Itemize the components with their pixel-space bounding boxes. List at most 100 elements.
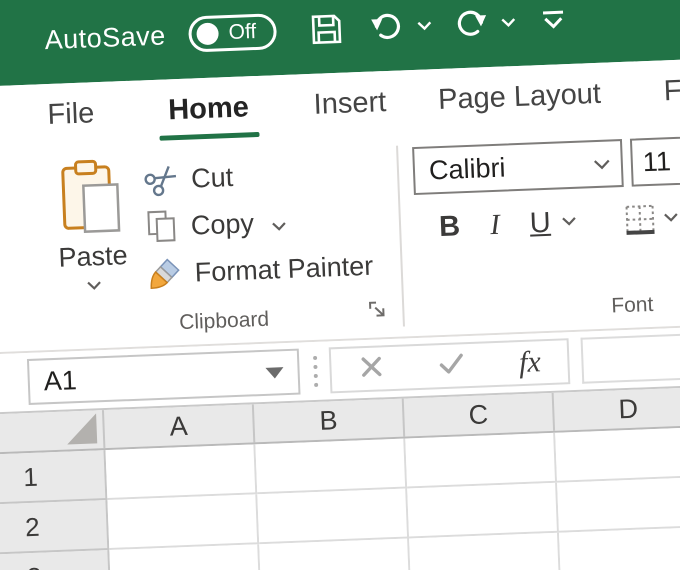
quick-access-toolbar-chevron-icon — [543, 10, 564, 29]
font-name-combobox[interactable]: Calibri — [412, 139, 624, 196]
select-all-triangle-icon — [66, 413, 98, 445]
underline-dropdown-button[interactable] — [560, 213, 577, 232]
name-box-dropdown-icon[interactable] — [265, 366, 284, 379]
cut-label: Cut — [190, 161, 234, 194]
chevron-down-icon — [593, 159, 610, 169]
save-button[interactable] — [308, 11, 345, 48]
handle-dot — [314, 382, 319, 387]
chevron-down-icon — [417, 21, 432, 31]
undo-dropdown-button[interactable] — [416, 20, 432, 31]
clipboard-group: Paste Cut Copy Format Painter Clipboard — [39, 134, 404, 351]
autosave-toggle[interactable]: Off — [188, 13, 278, 53]
grid-cell[interactable] — [407, 482, 559, 539]
column-header-d[interactable]: D — [553, 387, 680, 431]
borders-icon — [625, 204, 655, 235]
borders-dropdown-button[interactable] — [662, 209, 679, 228]
dialog-launcher-icon — [368, 301, 385, 317]
format-painter-button[interactable]: Format Painter — [147, 249, 374, 292]
chevron-down-icon — [272, 221, 286, 231]
quick-access-toolbar-button[interactable] — [538, 7, 569, 34]
grid-cell[interactable] — [405, 432, 558, 489]
paste-label: Paste — [57, 240, 129, 273]
tab-page-layout[interactable]: Page Layout — [437, 63, 602, 132]
grid-cell[interactable] — [409, 532, 561, 570]
grid-cell[interactable] — [109, 544, 262, 570]
scissors-icon — [144, 166, 177, 197]
grid-cell[interactable] — [257, 488, 410, 545]
enter-button[interactable] — [437, 351, 466, 381]
grid-cell[interactable] — [557, 477, 680, 533]
autosave-label: AutoSave — [44, 19, 167, 55]
grid-cell[interactable] — [259, 538, 412, 570]
underline-button[interactable]: U — [529, 206, 551, 240]
row-header-3[interactable]: 3 — [0, 549, 112, 570]
redo-icon — [457, 10, 487, 36]
undo-button[interactable] — [368, 10, 405, 43]
copy-icon — [147, 210, 176, 242]
chevron-down-icon — [501, 18, 516, 27]
grid-cell[interactable] — [255, 438, 408, 495]
select-all-corner[interactable] — [0, 410, 106, 454]
row-header-1[interactable]: 1 — [0, 450, 108, 506]
chevron-down-icon — [87, 281, 101, 290]
paste-button[interactable]: Paste — [39, 158, 144, 298]
font-name-value: Calibri — [428, 152, 507, 185]
font-group-label: Font — [610, 292, 654, 318]
font-size-combobox[interactable]: 11 — [629, 133, 680, 187]
grid-cell[interactable] — [558, 526, 680, 570]
insert-function-button[interactable]: fx — [518, 345, 541, 380]
paste-clipboard-icon — [61, 159, 121, 233]
borders-button[interactable] — [622, 202, 657, 237]
copy-button[interactable]: Copy — [145, 202, 372, 245]
copy-label: Copy — [190, 207, 255, 241]
cancel-button[interactable] — [358, 353, 385, 385]
bold-button[interactable]: B — [439, 210, 461, 244]
row-header-2[interactable]: 2 — [0, 500, 110, 556]
undo-icon — [371, 13, 401, 40]
clipboard-group-footer: Clipboard — [45, 303, 403, 341]
font-combo-row: Calibri 11 — [412, 119, 680, 196]
redo-button[interactable] — [453, 7, 490, 40]
clipboard-actions: Cut Copy Format Painter — [143, 149, 374, 294]
italic-button[interactable]: I — [489, 208, 500, 241]
formula-input[interactable] — [580, 330, 680, 384]
grid-cell[interactable] — [555, 427, 680, 483]
autosave-state: Off — [228, 19, 257, 45]
sheet-grid: A B C D 1 2 — [0, 383, 680, 570]
cut-button[interactable]: Cut — [144, 155, 371, 198]
tab-insert[interactable]: Insert — [313, 71, 388, 137]
checkmark-icon — [439, 353, 463, 374]
handle-dot — [313, 373, 318, 378]
handle-dot — [313, 355, 318, 360]
tab-file[interactable]: File — [46, 82, 95, 147]
formula-bar-resize-handle[interactable] — [313, 355, 319, 387]
copy-dropdown-button[interactable] — [270, 206, 287, 238]
tab-home[interactable]: Home — [167, 76, 250, 142]
tab-formulas[interactable]: Formulas — [663, 56, 680, 124]
clipboard-group-body: Paste Cut Copy Format Painter — [39, 134, 401, 298]
column-header-b[interactable]: B — [253, 398, 406, 443]
handle-dot — [313, 364, 318, 369]
screenshot-canvas: AutoSave Off File Home Insert Page Layou… — [0, 0, 680, 570]
font-group: Calibri 11 B I U Font — [398, 119, 680, 336]
column-header-a[interactable]: A — [103, 404, 256, 449]
ribbon: Paste Cut Copy Format Painter Clipboard … — [0, 119, 680, 356]
format-painter-icon — [150, 258, 180, 289]
name-box[interactable]: A1 — [26, 348, 301, 405]
font-size-value: 11 — [642, 145, 672, 177]
grid-cell[interactable] — [107, 494, 260, 550]
excel-window: AutoSave Off File Home Insert Page Layou… — [0, 0, 680, 570]
grid-cell[interactable] — [105, 444, 258, 501]
format-painter-label: Format Painter — [194, 250, 374, 288]
cancel-x-icon — [361, 356, 382, 377]
clipboard-group-label: Clipboard — [178, 307, 270, 335]
font-group-footer: Font — [404, 288, 680, 326]
clipboard-dialog-launcher-button[interactable] — [366, 298, 389, 326]
name-box-value: A1 — [43, 364, 78, 396]
column-header-c[interactable]: C — [403, 392, 556, 437]
redo-dropdown-button[interactable] — [500, 17, 516, 28]
save-icon — [311, 14, 342, 45]
font-format-row: B I U — [415, 197, 680, 245]
paste-dropdown-button[interactable] — [86, 277, 103, 296]
chevron-down-icon — [561, 217, 576, 226]
